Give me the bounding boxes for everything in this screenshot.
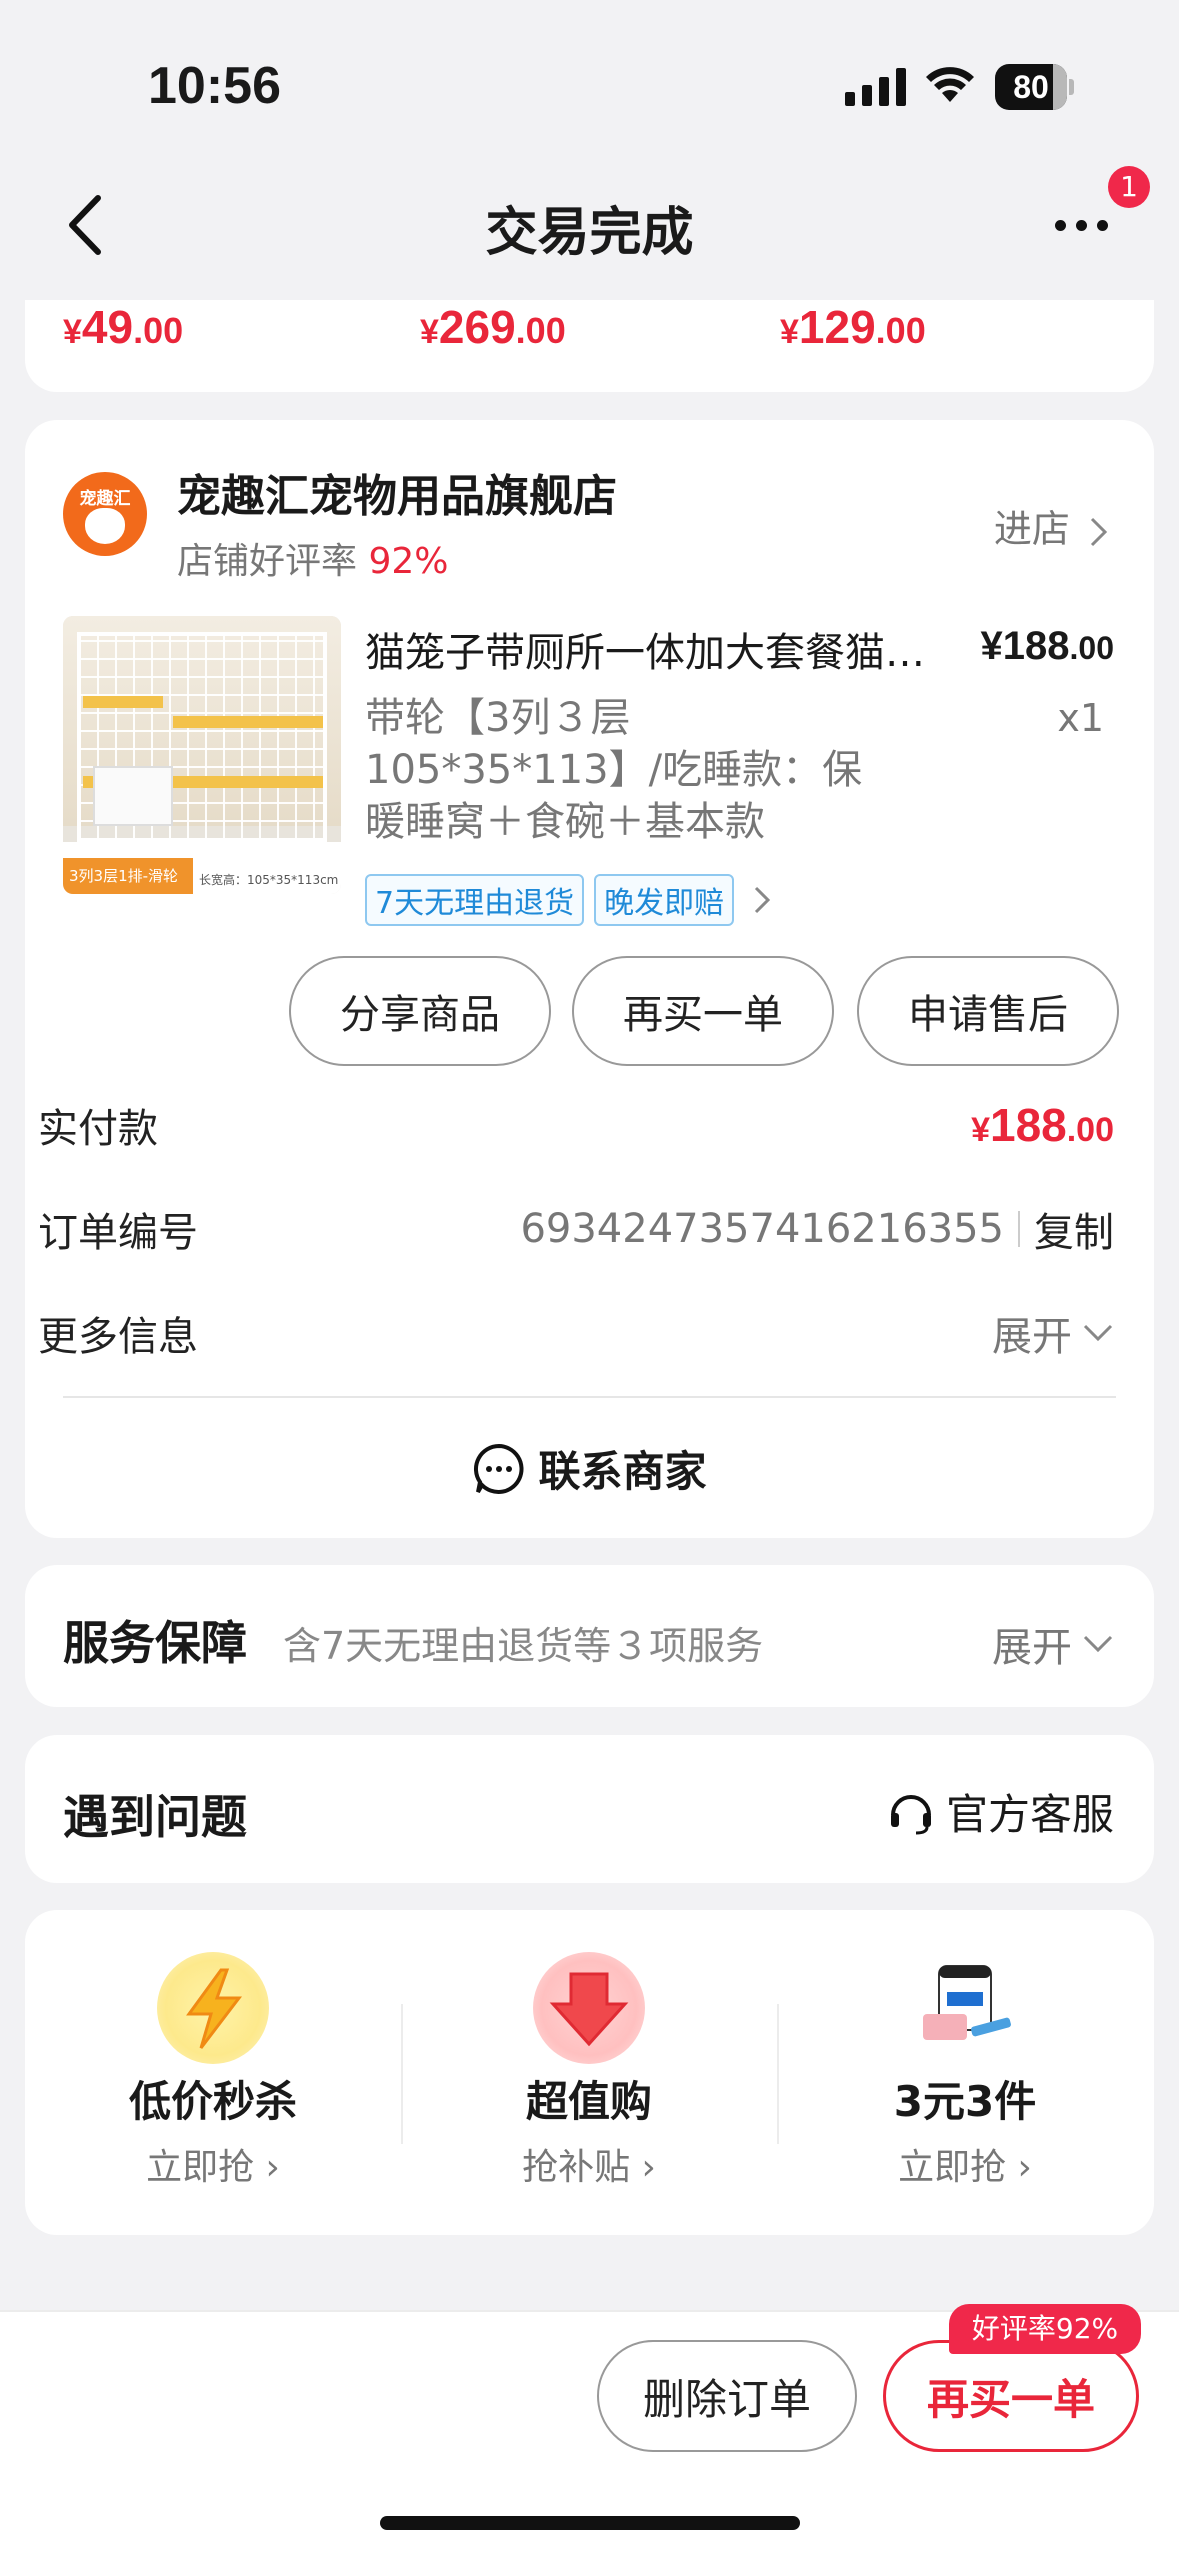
status-time: 10:56 bbox=[148, 57, 281, 115]
customer-service-button[interactable]: 官方客服 bbox=[886, 1781, 1114, 1842]
more-info-label: 更多信息 bbox=[38, 1314, 198, 1360]
share-product-button[interactable]: 分享商品 bbox=[289, 956, 551, 1066]
service-expand[interactable]: 展开 bbox=[992, 1615, 1114, 1673]
shop-logo[interactable]: 宠趣汇 bbox=[63, 472, 147, 556]
lightning-icon bbox=[157, 1952, 269, 2064]
order-number-label: 订单编号 bbox=[38, 1210, 198, 1256]
chevron-down-icon bbox=[1083, 1324, 1113, 1342]
product-title[interactable]: 猫笼子带厕所一体加大套餐猫别墅 bbox=[365, 620, 925, 678]
paid-amount: ¥188.00 bbox=[971, 1099, 1114, 1151]
promo-title: 低价秒杀 bbox=[128, 2077, 297, 2126]
recommend-price-strip: ¥49.00 ¥269.00 ¥129.00 bbox=[25, 300, 1154, 392]
home-indicator[interactable] bbox=[380, 2516, 800, 2530]
rating-bubble: 好评率92% bbox=[949, 2304, 1141, 2354]
chevron-right-icon bbox=[755, 886, 771, 914]
product-spec: 带轮【3列３层105*35*113】/吃睡款：保暖睡窝＋食碗＋基本款 bbox=[365, 695, 863, 845]
after-sale-button[interactable]: 申请售后 bbox=[857, 956, 1119, 1066]
shop-name[interactable]: 宠趣汇宠物用品旗舰店 bbox=[177, 460, 617, 524]
service-guarantee-card[interactable]: 服务保障 含7天无理由退货等３项服务 展开 bbox=[25, 1565, 1154, 1707]
order-number: 6934247357416216355 复制 bbox=[520, 1200, 1114, 1258]
page-title: 交易完成 bbox=[485, 203, 694, 263]
promo-sub: 抢补贴 › bbox=[522, 2147, 656, 2188]
battery-icon: 80 bbox=[995, 64, 1075, 110]
battery-level: 80 bbox=[1013, 68, 1049, 105]
recommend-price[interactable]: ¥49.00 bbox=[63, 300, 183, 354]
enter-shop-link[interactable]: 进店 bbox=[994, 498, 1110, 553]
thumb-label: 3列3层1排-滑轮 bbox=[63, 858, 193, 894]
promo-title: 3元3件 bbox=[893, 2077, 1037, 2126]
down-arrow-icon bbox=[533, 1952, 645, 2064]
headset-icon bbox=[890, 1794, 931, 1834]
delete-order-button[interactable]: 删除订单 bbox=[597, 2340, 857, 2452]
product-thumbnail[interactable]: 3列3层1排-滑轮 长宽高：105*35*113cm bbox=[63, 616, 341, 894]
more-info-expand[interactable]: 展开 bbox=[992, 1304, 1114, 1362]
nav-bar: 交易完成 1 bbox=[0, 150, 1179, 300]
product-price: ¥188.00 bbox=[980, 624, 1114, 668]
promo-3-for-3[interactable]: 3元3件 立即抢 › bbox=[777, 1910, 1153, 2235]
service-tags[interactable]: 7天无理由退货 晚发即赔 bbox=[365, 874, 772, 926]
contact-seller-button[interactable]: 联系商家 bbox=[25, 1438, 1154, 1499]
service-desc: 含7天无理由退货等３项服务 bbox=[283, 1624, 764, 1668]
thumb-dimensions: 长宽高：105*35*113cm bbox=[199, 873, 339, 887]
wifi-icon bbox=[926, 67, 974, 102]
rebuy-order-button[interactable]: 再买一单 bbox=[883, 2340, 1139, 2452]
promo-title: 超值购 bbox=[525, 2077, 652, 2126]
product-pack-icon bbox=[909, 1952, 1021, 2064]
service-title: 服务保障 bbox=[63, 1616, 247, 1670]
divider bbox=[63, 1396, 1116, 1398]
promo-card: 低价秒杀 立即抢 › 超值购 抢补贴 › 3元3件 立即抢 › bbox=[25, 1910, 1154, 2235]
recommend-price[interactable]: ¥269.00 bbox=[420, 300, 566, 354]
chat-icon bbox=[474, 1443, 524, 1494]
notification-badge: 1 bbox=[1108, 166, 1150, 208]
problem-title: 遇到问题 bbox=[63, 1790, 247, 1844]
recommend-price[interactable]: ¥129.00 bbox=[780, 300, 926, 354]
tag-return: 7天无理由退货 bbox=[365, 874, 585, 926]
promo-flash-sale[interactable]: 低价秒杀 立即抢 › bbox=[25, 1910, 401, 2235]
paid-label: 实付款 bbox=[38, 1106, 158, 1152]
more-icon[interactable] bbox=[1055, 220, 1108, 231]
signal-icon bbox=[845, 68, 906, 106]
chevron-right-icon bbox=[1090, 517, 1108, 546]
status-bar: 10:56 80 bbox=[0, 0, 1179, 150]
order-number-value: 6934247357416216355 bbox=[520, 1206, 1004, 1252]
promo-value-buy[interactable]: 超值购 抢补贴 › bbox=[401, 1910, 777, 2235]
shop-rating: 店铺好评率 92% bbox=[177, 541, 449, 582]
copy-button[interactable]: 复制 bbox=[1034, 1200, 1114, 1258]
rebuy-item-button[interactable]: 再买一单 bbox=[572, 956, 834, 1066]
chevron-down-icon bbox=[1083, 1635, 1113, 1653]
promo-sub: 立即抢 › bbox=[146, 2147, 280, 2188]
problem-card: 遇到问题 官方客服 bbox=[25, 1735, 1154, 1883]
promo-sub: 立即抢 › bbox=[898, 2147, 1032, 2188]
tag-late-comp: 晚发即赔 bbox=[594, 874, 735, 926]
product-quantity: x1 bbox=[1057, 696, 1104, 740]
